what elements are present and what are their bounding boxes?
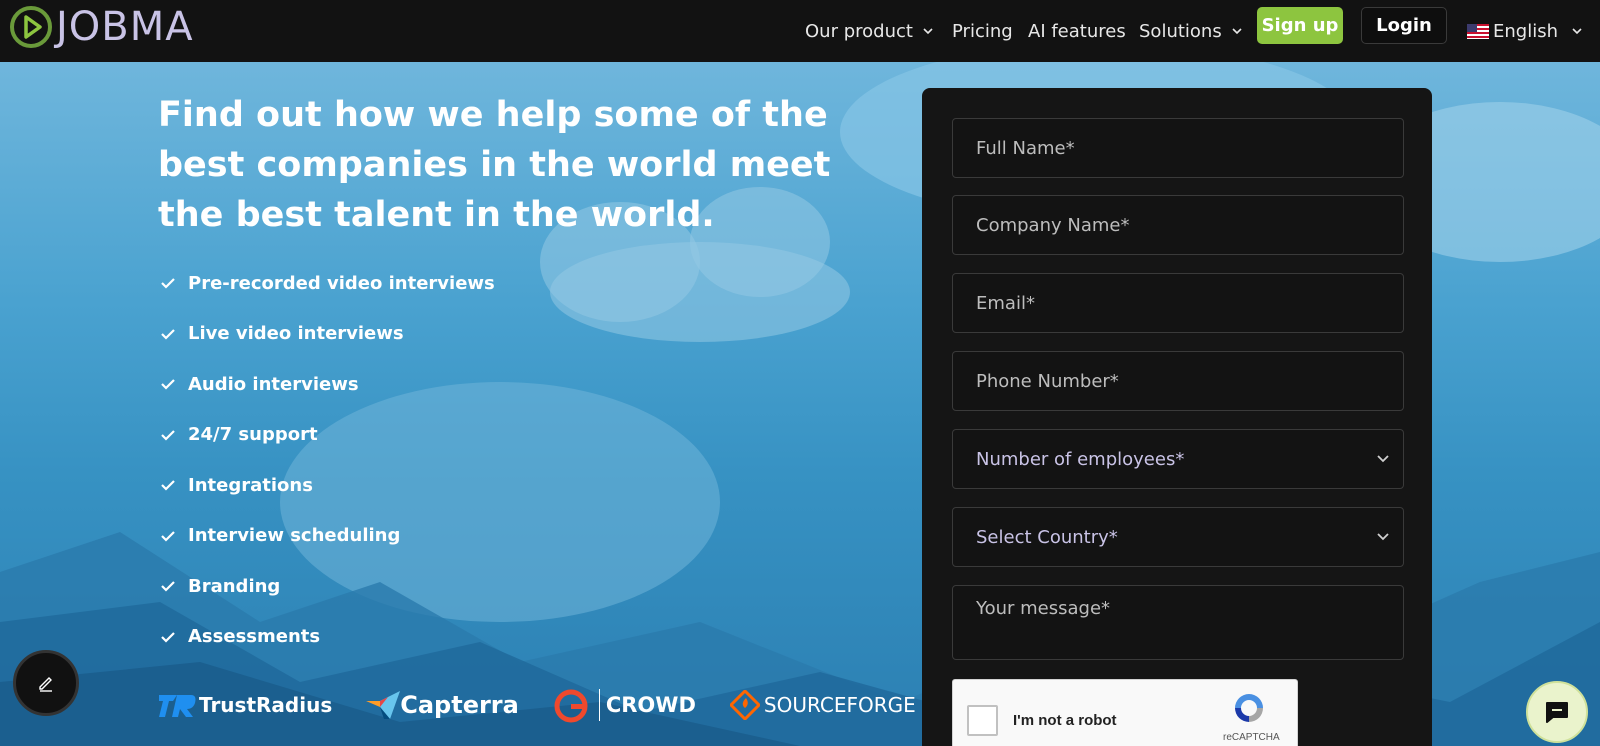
check-icon [161,631,175,643]
sourceforge-icon [729,690,760,720]
trustradius-label: TrustRadius [199,693,333,717]
brand-divider [598,689,600,721]
message-textarea[interactable]: Your message* [952,585,1404,660]
language-label: English [1493,20,1558,42]
employees-select-label: Number of employees* [976,448,1185,470]
feature-item: Live video interviews [160,309,495,360]
g2-crowd-logo[interactable]: CROWD [553,686,696,724]
recaptcha-icon [1235,694,1263,722]
check-icon [161,530,175,542]
feature-label: Pre-recorded video interviews [188,272,495,294]
contact-form: Full Name* Company Name* Email* Phone Nu… [922,88,1432,746]
feature-item: Assessments [160,612,495,663]
feature-item: Interview scheduling [160,511,495,562]
login-button[interactable]: Login [1361,7,1447,44]
trustradius-icon [159,695,196,717]
feature-list: Pre-recorded video interviews Live video… [160,258,495,662]
capterra-logo[interactable]: Capterra [366,689,519,721]
captcha-brand: reCAPTCHA [1223,732,1280,743]
chat-icon [1546,702,1568,723]
check-icon [161,480,175,491]
feature-label: Integrations [188,474,313,496]
recaptcha-widget: I'm not a robot reCAPTCHA [952,679,1298,746]
feature-item: 24/7 support [160,410,495,461]
capterra-label: Capterra [400,691,519,719]
feature-item: Integrations [160,460,495,511]
edit-icon [39,677,52,692]
nav-ai-features[interactable]: AI features [1028,14,1126,48]
language-selector[interactable]: English [1467,14,1582,48]
g2-crowd-label: CROWD [605,693,696,717]
captcha-checkbox[interactable] [967,705,998,736]
nav-pricing-label: Pricing [952,20,1013,42]
sourceforge-logo[interactable]: SOURCEFORGE [729,690,916,720]
edit-button[interactable] [13,650,79,716]
feature-item: Audio interviews [160,359,495,410]
brand-name: JOBMA [56,4,194,50]
feature-label: Assessments [188,626,321,648]
check-icon [161,429,175,441]
trustradius-logo[interactable]: TrustRadius [157,691,332,719]
feature-label: Audio interviews [188,373,359,395]
chat-button[interactable] [1526,681,1588,743]
captcha-label: I'm not a robot [1013,712,1117,729]
check-icon [161,379,175,390]
check-icon [161,328,175,340]
chevron-down-icon [1377,533,1389,541]
nav-pricing[interactable]: Pricing [952,14,1013,48]
chevron-down-icon [1572,28,1582,35]
review-brands: TrustRadius Capterra CROWD SOURCEFORGE [157,685,950,725]
nav-our-product[interactable]: Our product [805,14,933,48]
chevron-down-icon [1232,28,1242,35]
us-flag-icon [1467,23,1489,39]
feature-item: Pre-recorded video interviews [160,258,495,309]
phone-field[interactable]: Phone Number* [952,351,1404,411]
feature-item: Branding [160,561,495,612]
brand-logo[interactable]: JOBMA [8,4,194,50]
hero-headline: Find out how we help some of the best co… [158,95,831,235]
full-name-field[interactable]: Full Name* [952,118,1404,178]
sourceforge-label: SOURCEFORGE [763,693,916,717]
nav-solutions[interactable]: Solutions [1139,14,1242,48]
nav-our-product-label: Our product [805,20,913,42]
chevron-down-icon [923,28,933,35]
country-select[interactable]: Select Country* [952,507,1404,567]
check-icon [161,581,175,592]
email-field[interactable]: Email* [952,273,1404,333]
chevron-down-icon [1377,455,1389,463]
nav-ai-features-label: AI features [1028,20,1126,42]
feature-label: Branding [188,575,281,597]
feature-label: Interview scheduling [188,525,401,547]
company-name-field[interactable]: Company Name* [952,195,1404,255]
feature-label: 24/7 support [188,424,318,446]
capterra-icon [366,691,401,719]
signup-button[interactable]: Sign up [1257,7,1343,44]
play-logo-icon [10,6,52,48]
employees-select[interactable]: Number of employees* [952,429,1404,489]
nav-solutions-label: Solutions [1139,20,1222,42]
top-navbar: JOBMA Our product Pricing AI features So… [0,0,1600,62]
g2-icon [554,689,588,723]
feature-label: Live video interviews [188,323,404,345]
country-select-label: Select Country* [976,526,1118,548]
check-icon [161,278,175,289]
